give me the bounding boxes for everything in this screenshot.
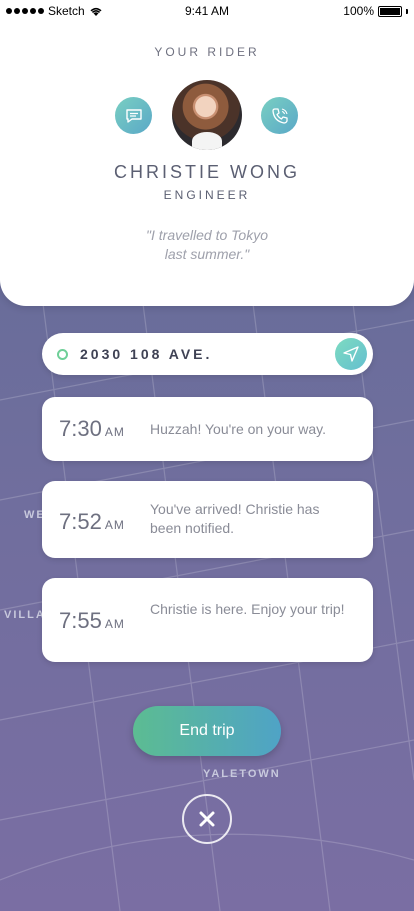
timeline-time-value: 7:30: [59, 416, 102, 441]
close-button[interactable]: [182, 794, 232, 844]
timeline-card: 7:30 AM Huzzah! You're on your way.: [42, 397, 373, 461]
close-icon: [199, 811, 215, 827]
timeline-message: Christie is here. Enjoy your trip!: [150, 601, 345, 617]
status-bar: Sketch 9:41 AM 100%: [0, 0, 414, 22]
navigation-arrow-icon: [343, 346, 359, 362]
destination-address-bar[interactable]: 2030 108 AVE.: [42, 333, 373, 375]
timeline-message: You've arrived! Christie has been notifi…: [150, 501, 320, 536]
destination-address: 2030 108 AVE.: [80, 346, 213, 362]
rider-avatar: [172, 80, 242, 150]
rider-role: ENGINEER: [163, 188, 251, 202]
rider-quote: "I travelled to Tokyo last summer.": [0, 226, 414, 264]
message-button[interactable]: [115, 97, 152, 134]
timeline-time: 7:30 AM: [59, 416, 125, 442]
location-pin-icon: [57, 349, 68, 360]
end-trip-button[interactable]: End trip: [133, 706, 281, 756]
battery-percent: 100%: [343, 4, 374, 18]
navigate-button[interactable]: [335, 338, 367, 370]
rider-quote-line-1: "I travelled to Tokyo: [146, 227, 268, 243]
timeline-time-value: 7:55: [59, 608, 102, 633]
timeline-message: Huzzah! You're on your way.: [150, 421, 326, 437]
battery-icon: [378, 5, 402, 17]
call-button[interactable]: [261, 97, 298, 134]
rider-quote-line-2: last summer.": [164, 246, 250, 262]
rider-heading: YOUR RIDER: [154, 45, 260, 59]
timeline-time-period: AM: [104, 425, 125, 439]
timeline-time: 7:55 AM: [59, 608, 125, 634]
timeline-time-period: AM: [104, 617, 125, 631]
timeline-card: 7:55 AM Christie is here. Enjoy your trip…: [42, 578, 373, 662]
rider-card: Sketch 9:41 AM 100% YOUR RIDER CHRISTIE …: [0, 0, 414, 306]
phone-icon: [271, 107, 288, 124]
map-label-yaletown: YALETOWN: [203, 768, 281, 780]
message-icon: [125, 108, 142, 123]
timeline-time-value: 7:52: [59, 509, 102, 534]
timeline-time-period: AM: [104, 518, 125, 532]
timeline-card: 7:52 AM You've arrived! Christie has been…: [42, 481, 373, 558]
rider-name: CHRISTIE WONG: [114, 162, 300, 182]
timeline-time: 7:52 AM: [59, 509, 125, 535]
map-label-villa: VILLA: [4, 609, 46, 621]
